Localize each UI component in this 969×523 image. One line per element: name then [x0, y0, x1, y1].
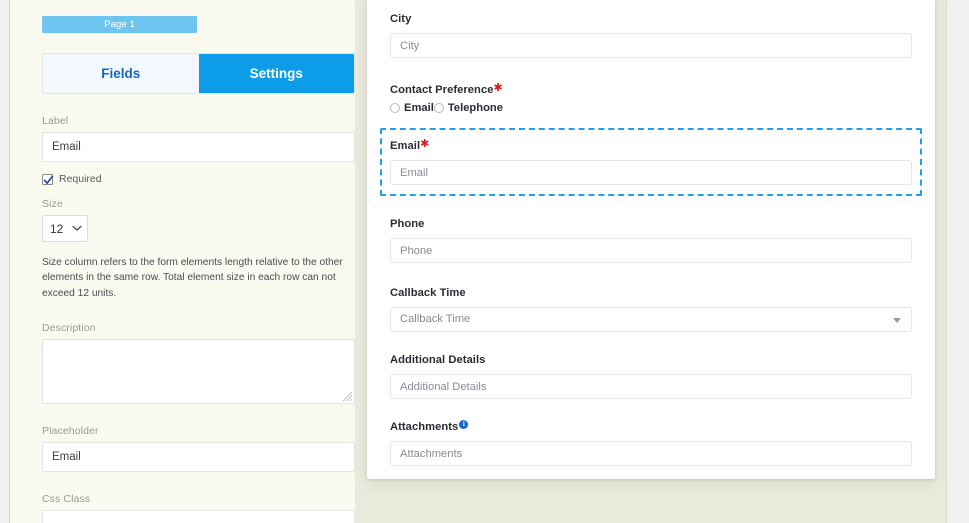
tab-settings[interactable]: Settings — [198, 54, 354, 93]
css-class-input[interactable] — [42, 509, 355, 523]
placeholder-field-label: Placeholder — [42, 424, 99, 437]
tab-fields[interactable]: Fields — [43, 54, 199, 93]
form-preview-card: City Contact Preference✱ Email Te — [367, 0, 935, 479]
additional-details-input[interactable] — [390, 374, 912, 399]
preview-field-phone: Phone — [390, 214, 912, 263]
preview-field-additional-details: Additional Details — [390, 350, 912, 399]
phone-input[interactable] — [390, 238, 912, 263]
phone-label: Phone — [390, 218, 425, 230]
label-input[interactable] — [42, 132, 355, 162]
required-checkbox-label: Required — [59, 173, 102, 185]
callback-time-selected-value: Callback Time — [400, 313, 471, 325]
dropdown-arrow-icon — [893, 318, 901, 323]
info-icon[interactable]: i — [459, 420, 469, 429]
contact-preference-label: Contact Preference — [390, 84, 494, 96]
radio-circle-email[interactable] — [390, 103, 400, 113]
right-gutter — [947, 0, 969, 523]
left-gutter — [0, 0, 9, 523]
radio-label-email: Email — [404, 102, 434, 114]
contact-preference-required-star: ✱ — [493, 82, 503, 94]
email-required-star: ✱ — [420, 138, 430, 150]
email-label: Email — [390, 140, 421, 152]
label-field-label: Label — [42, 115, 69, 127]
attachments-label: Attachments — [390, 421, 459, 433]
preview-field-email-selected[interactable]: Email✱ — [380, 128, 922, 196]
radio-label-telephone: Telephone — [447, 102, 503, 114]
resize-grip-icon[interactable] — [341, 390, 353, 402]
callback-time-select[interactable]: Callback Time — [390, 307, 912, 332]
radio-option-email[interactable]: Email — [390, 102, 434, 114]
radio-circle-telephone[interactable] — [433, 103, 444, 113]
preview-field-city: City — [390, 9, 912, 58]
required-checkbox[interactable] — [42, 173, 54, 185]
size-help-text: Size column refers to the form elements … — [42, 257, 343, 299]
radio-option-telephone[interactable]: Telephone — [433, 102, 503, 114]
email-input[interactable] — [390, 160, 912, 185]
callback-time-label: Callback Time — [390, 287, 466, 299]
contact-preference-options: Email Telephone — [390, 102, 912, 114]
size-select[interactable]: 12 — [42, 215, 88, 242]
preview-field-attachments: Attachments i — [390, 417, 912, 466]
additional-details-label: Additional Details — [390, 354, 486, 366]
preview-field-callback-time: Callback Time Callback Time — [390, 283, 912, 332]
description-textarea[interactable] — [42, 338, 355, 404]
size-field-label: Size — [42, 198, 63, 210]
required-checkbox-row[interactable]: Required — [42, 173, 335, 185]
placeholder-input[interactable] — [42, 441, 355, 472]
css-class-field-label: Css Class — [42, 492, 91, 505]
page-tab-page-1[interactable]: Page 1 — [42, 16, 197, 33]
city-label: City — [390, 13, 412, 25]
city-input[interactable] — [390, 33, 912, 58]
form-preview-canvas: City Contact Preference✱ Email Te — [355, 0, 969, 523]
app-root: Page 1 Fields Settings Label Required Si… — [0, 0, 969, 523]
chevron-down-icon — [72, 225, 82, 231]
settings-sidebar: Page 1 Fields Settings Label Required Si… — [10, 0, 355, 523]
sidebar-tabs: Fields Settings — [42, 53, 355, 94]
size-select-value: 12 — [50, 221, 64, 236]
attachments-input[interactable] — [390, 441, 912, 466]
description-field-label: Description — [42, 321, 96, 334]
preview-field-contact-preference: Contact Preference✱ Email Telephone — [390, 80, 912, 114]
